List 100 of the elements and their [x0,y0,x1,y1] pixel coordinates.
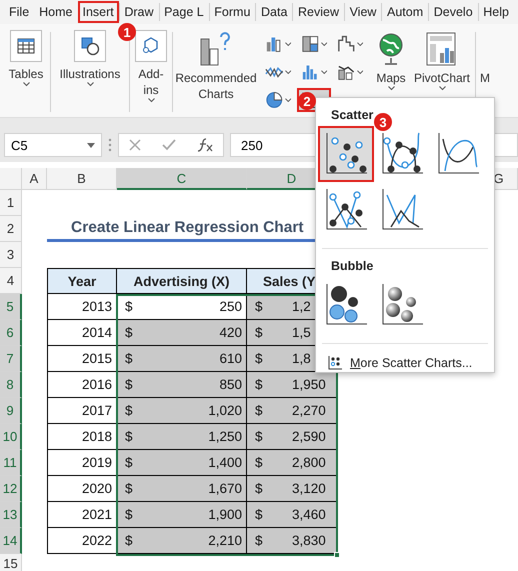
currency-sign: $ [125,455,133,470]
row-header[interactable]: 2 [0,216,22,242]
ribbon-tab[interactable]: Page L [159,1,209,23]
chevron-icon [284,42,291,46]
ribbon-tab[interactable]: Formu [209,1,256,23]
row-header[interactable]: 15 [0,554,22,571]
row-header[interactable]: 11 [0,450,22,476]
chevron-icon [320,42,327,46]
cell-value: 3,830 [292,533,326,548]
currency-sign: $ [125,507,133,522]
currency-sign: $ [125,429,133,444]
row-header[interactable]: 13 [0,502,22,528]
column-header[interactable]: C [117,168,247,190]
currency-sign: $ [255,429,264,444]
ribbon-tab[interactable]: Help [478,1,514,23]
check-icon[interactable] [162,139,176,151]
cell-value: 250 [219,299,242,314]
row-header[interactable]: 3 [0,242,22,268]
row-header[interactable]: 5 [0,294,22,320]
section-title: Scatter [331,108,374,122]
cell-value: 1,8 [292,351,311,366]
more-charts-item[interactable]: More Scatter Charts... [316,350,494,376]
row-header[interactable]: 9 [0,398,22,424]
row-header[interactable]: 4 [0,268,22,294]
currency-sign: $ [255,377,264,392]
table-cell: 2013 [47,294,117,320]
column-header[interactable]: A [22,168,47,190]
ribbon-tab[interactable]: Insert [78,1,119,23]
table-cell: 2014 [47,320,117,346]
chevron-icon [22,82,30,87]
currency-sign: $ [255,403,264,418]
currency-sign: $ [255,455,264,470]
row-header[interactable]: 6 [0,320,22,346]
table-cell: 2017 [47,398,117,424]
row-header[interactable]: 1 [0,190,22,216]
chevron-icon [320,70,327,74]
cell-value: 3,120 [292,481,326,496]
currency-sign: $ [125,351,133,366]
ribbon-button[interactable]: PivotChart [411,28,473,117]
globe-icon [377,31,405,67]
chevron-icon [284,70,291,74]
currency-sign: $ [255,325,264,340]
ribbon-tab[interactable]: File [4,1,34,23]
chevron-icon [148,98,154,103]
currency-sign: $ [125,325,133,340]
currency-sign: $ [255,507,264,522]
table-cell: 2022 [47,528,117,554]
table-cell: 2018 [47,424,117,450]
cell-value: 3,460 [292,507,326,522]
waterfall-chart-icon [337,34,356,54]
ribbon-button[interactable]: Add-ins [134,28,168,117]
table-cell: 2021 [47,502,117,528]
fill-handle[interactable] [334,552,340,558]
ribbon-tab[interactable]: Home [34,1,78,23]
table-cell: 2016 [47,372,117,398]
cell-value: 1,400 [208,455,242,470]
cell-value: 610 [219,351,242,366]
dropdown-icon [87,142,95,148]
ribbon-tab[interactable]: View [344,1,382,23]
scatter-dots-icon [328,356,342,370]
column-header[interactable]: B [47,168,117,190]
shapes-icon [80,36,100,56]
ribbon-button[interactable]: Recommended Charts [175,28,257,117]
cell-value: 1,670 [208,481,242,496]
currency-sign: $ [255,351,264,366]
chevron-icon [86,82,94,87]
row-header[interactable]: 14 [0,528,22,554]
row-header[interactable]: 8 [0,372,22,398]
table-cell: 2015 [47,346,117,372]
chart-option[interactable] [318,126,374,182]
treemap-icon [301,34,320,54]
cell-value: 1,2 [292,299,311,314]
name-box[interactable]: C5 [4,133,102,157]
chevron-icon [284,98,291,102]
chevron-icon [438,86,446,91]
ribbon-tab[interactable]: Review [292,1,344,23]
row-header[interactable]: 7 [0,346,22,372]
currency-sign: $ [125,403,133,418]
table-cell: 2019 [47,450,117,476]
cell-value: 2,800 [292,455,326,470]
pie-chart-icon [265,90,284,110]
currency-sign: $ [125,377,133,392]
currency-sign: $ [255,533,264,548]
ribbon-tab[interactable]: Autom [382,1,428,23]
function-icon[interactable] [196,138,213,152]
ribbon-tab[interactable]: Draw [119,1,159,23]
table-cell: 2020 [47,476,117,502]
row-header[interactable]: 10 [0,424,22,450]
cell-value: 2,270 [292,403,326,418]
cell-value: 1,950 [292,377,326,392]
ribbon-tab[interactable]: Data [256,1,292,23]
ribbon-tab[interactable]: Develo [428,1,478,23]
row-header[interactable]: 12 [0,476,22,502]
chevron-icon [356,42,363,46]
ribbon-button[interactable]: Tables [6,28,46,117]
currency-sign: $ [125,533,133,548]
cell-value: 1,900 [208,507,242,522]
cell-value: 1,5 [292,325,311,340]
chevron-icon [356,70,363,74]
cell-value: 1,250 [208,429,242,444]
